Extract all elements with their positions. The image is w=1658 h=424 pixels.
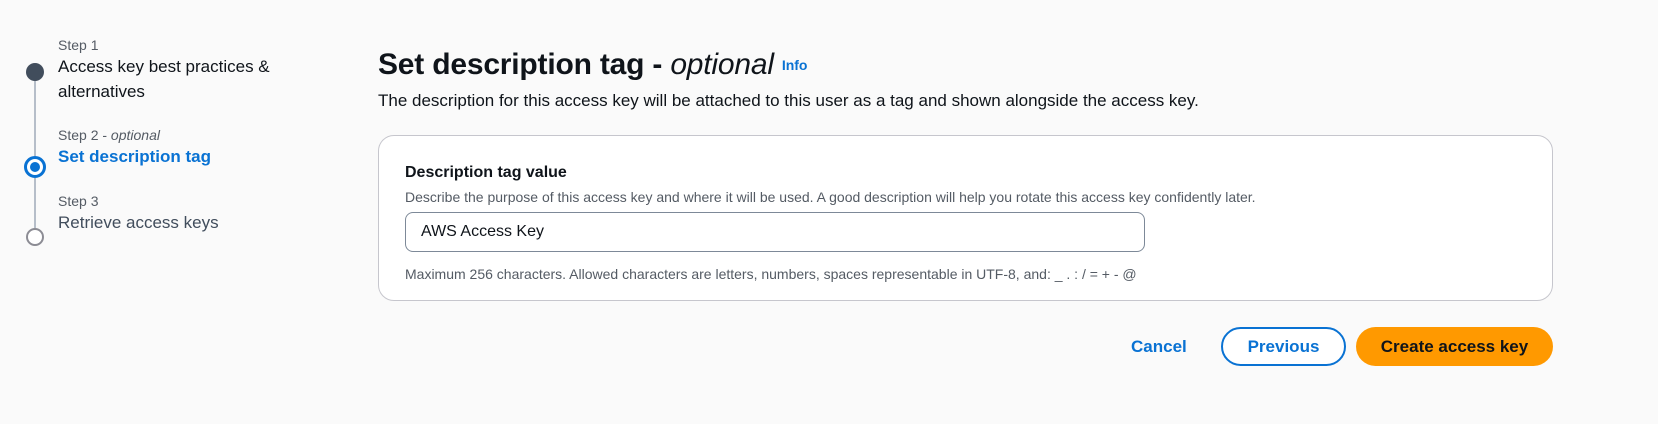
step-upcoming-icon bbox=[26, 228, 44, 246]
page-title: Set description tag - optional Info bbox=[378, 48, 807, 82]
step-caption: Step 1 bbox=[58, 36, 270, 54]
wizard-step-3: Step 3 Retrieve access keys bbox=[58, 192, 219, 235]
info-link[interactable]: Info bbox=[782, 57, 808, 73]
step-connector bbox=[34, 81, 36, 156]
step-title-line1: Access key best practices & bbox=[58, 57, 270, 76]
step-current-icon bbox=[24, 156, 46, 178]
wizard-step-2[interactable]: Step 2 - optional Set description tag bbox=[58, 126, 211, 169]
step-caption: Step 3 bbox=[58, 192, 219, 210]
step-title-line2: alternatives bbox=[58, 82, 145, 101]
cancel-button[interactable]: Cancel bbox=[1111, 327, 1201, 366]
wizard-steps: Step 1 Access key best practices & alter… bbox=[0, 0, 340, 300]
step-caption-text: Step 1 bbox=[58, 37, 99, 53]
step-caption-text: Step 3 bbox=[58, 193, 99, 209]
step-connector bbox=[34, 178, 36, 228]
page-title-text: Set description tag - bbox=[378, 48, 671, 81]
description-tag-input[interactable] bbox=[405, 212, 1145, 252]
create-access-key-button[interactable]: Create access key bbox=[1356, 327, 1553, 366]
field-label: Description tag value bbox=[405, 164, 567, 181]
wizard-actions: Cancel Previous Create access key bbox=[378, 327, 1553, 367]
field-constraint-text: Maximum 256 characters. Allowed characte… bbox=[405, 266, 1137, 282]
description-tag-panel: Description tag value Describe the purpo… bbox=[378, 135, 1553, 301]
step-title: Access key best practices & alternatives bbox=[58, 54, 270, 104]
step-title: Retrieve access keys bbox=[58, 213, 219, 232]
step-completed-icon bbox=[26, 63, 44, 81]
page-description: The description for this access key will… bbox=[378, 91, 1199, 110]
wizard-step-1[interactable]: Step 1 Access key best practices & alter… bbox=[58, 36, 270, 104]
page-title-optional: optional bbox=[670, 48, 774, 81]
step-caption-optional: optional bbox=[110, 127, 160, 143]
step-title: Set description tag bbox=[58, 147, 212, 166]
field-description: Describe the purpose of this access key … bbox=[405, 189, 1256, 205]
step-caption: Step 2 - optional bbox=[58, 126, 211, 144]
step-caption-text: Step 2 - bbox=[58, 127, 111, 143]
previous-button[interactable]: Previous bbox=[1221, 327, 1346, 366]
